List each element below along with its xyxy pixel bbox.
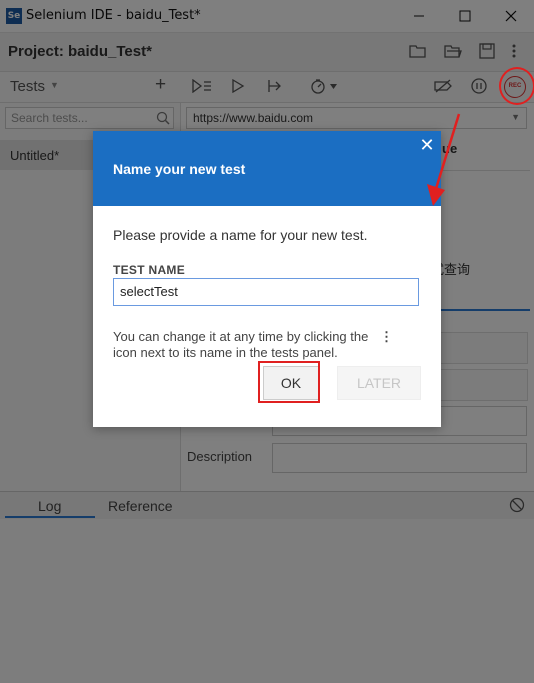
help-text-line1: You can change it at any time by clickin…	[113, 329, 369, 344]
dialog-help-text: You can change it at any time by clickin…	[113, 329, 413, 361]
record-highlight-circle	[499, 67, 534, 105]
annotation-arrow-icon	[427, 113, 461, 206]
help-text-line2: icon next to its name in the tests panel…	[113, 345, 338, 360]
test-name-label: TEST NAME	[113, 263, 186, 277]
kebab-help-icon: ⋮	[379, 329, 393, 344]
test-name-input[interactable]: selectTest	[113, 278, 419, 306]
dialog-title: Name your new test	[113, 161, 246, 177]
dialog-prompt: Please provide a name for your new test.	[113, 227, 368, 243]
ok-highlight-box	[258, 361, 320, 403]
new-test-dialog: Name your new test ✕ Please provide a na…	[93, 131, 441, 427]
later-button[interactable]: LATER	[337, 366, 421, 400]
